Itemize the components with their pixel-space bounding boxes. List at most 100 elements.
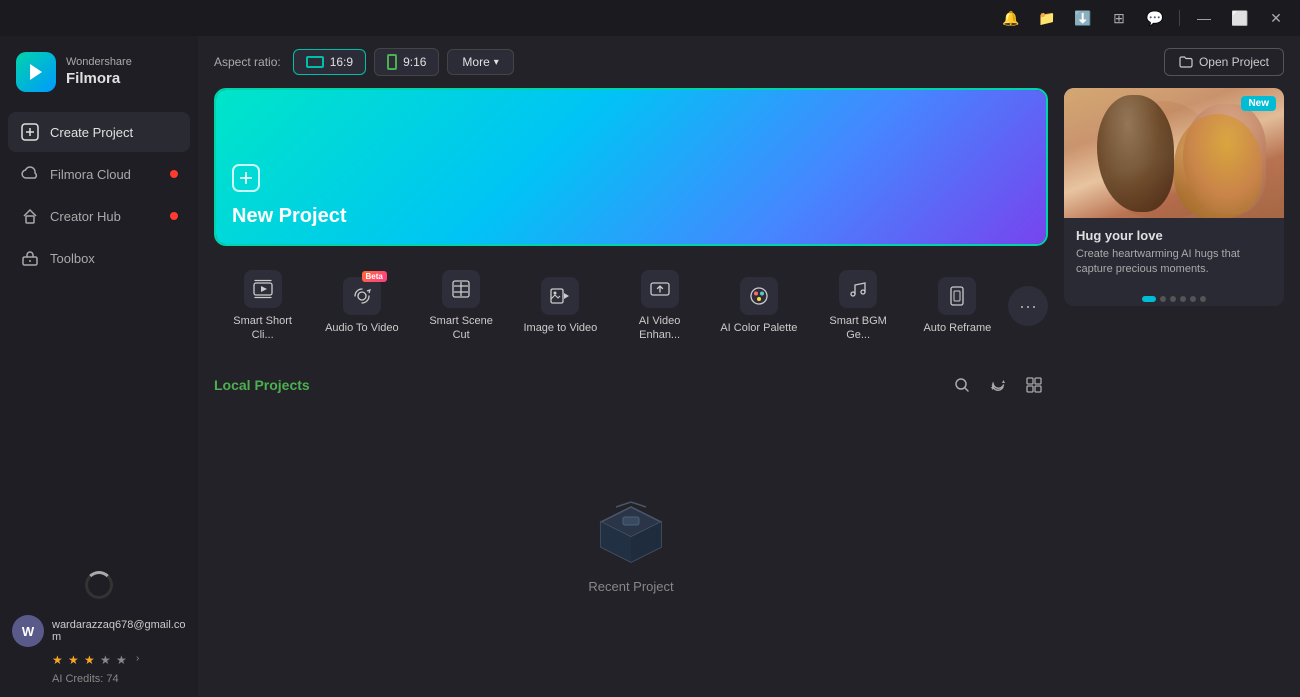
aspect-16-9-icon: [306, 56, 324, 68]
refresh-button[interactable]: [984, 371, 1012, 399]
ai-credits: AI Credits: 74: [12, 673, 186, 685]
dot-3[interactable]: [1170, 296, 1176, 302]
aspect-ratio-16-9-button[interactable]: 16:9: [293, 49, 366, 75]
titlebar-separator: [1179, 10, 1180, 26]
filmora-cloud-notification-dot: [170, 170, 178, 178]
dot-2[interactable]: [1160, 296, 1166, 302]
aspect-ratio-9-16-button[interactable]: 9:16: [374, 48, 439, 76]
topbar-right: Open Project: [1164, 48, 1284, 76]
main-content: Aspect ratio: 16:9 9:16 More ▾ Open Proj…: [198, 36, 1300, 697]
ai-tools-more-button[interactable]: ···: [1008, 286, 1048, 326]
sidebar: Wondershare Filmora Create Project: [0, 36, 198, 697]
dot-4[interactable]: [1180, 296, 1186, 302]
logo-brand: Wondershare: [66, 56, 132, 69]
sidebar-item-filmora-cloud[interactable]: Filmora Cloud: [8, 154, 190, 194]
logo-icon: [16, 52, 56, 92]
star-1: ★: [52, 653, 66, 667]
projects-icon[interactable]: 📁: [1031, 2, 1063, 34]
aspect-ratio-label: Aspect ratio:: [214, 55, 281, 69]
ai-tool-ai-video-enhance[interactable]: AI Video Enhan...: [611, 258, 708, 355]
sidebar-label-create-project: Create Project: [50, 125, 133, 140]
sidebar-nav: Create Project Filmora Cloud: [0, 112, 198, 278]
sidebar-logo: Wondershare Filmora: [0, 36, 198, 112]
ai-tool-smart-short-clip[interactable]: Smart Short Cli...: [214, 258, 311, 355]
ai-tools-row: Smart Short Cli... Beta Audio To V: [214, 258, 1048, 355]
ai-video-enhance-label: AI Video Enhan...: [619, 314, 700, 343]
more-label: More: [462, 55, 489, 69]
featured-dots: [1064, 288, 1284, 306]
featured-card[interactable]: New Hug your love Create heartwarming AI…: [1064, 88, 1284, 306]
star-2: ★: [68, 653, 82, 667]
dot-6[interactable]: [1200, 296, 1206, 302]
sidebar-label-toolbox: Toolbox: [50, 251, 95, 266]
smart-short-clip-icon: [244, 270, 282, 308]
ai-tool-ai-color-palette[interactable]: AI Color Palette: [710, 265, 807, 347]
app-body: Wondershare Filmora Create Project: [0, 36, 1300, 697]
sidebar-label-filmora-cloud: Filmora Cloud: [50, 167, 131, 182]
grid-view-button[interactable]: [1020, 371, 1048, 399]
titlebar-controls: 🔔 📁 ⬇️ ⊞ 💬 — ⬜ ✕: [995, 2, 1292, 34]
more-button[interactable]: More ▾: [447, 49, 513, 75]
sidebar-item-creator-hub[interactable]: Creator Hub: [8, 196, 190, 236]
featured-title: Hug your love: [1076, 228, 1272, 243]
image-to-video-icon: [541, 277, 579, 315]
chevron-down-icon: ▾: [494, 57, 499, 68]
search-button[interactable]: [948, 371, 976, 399]
filmora-cloud-icon: [20, 164, 40, 184]
ai-tool-image-to-video[interactable]: Image to Video: [512, 265, 609, 347]
open-project-label: Open Project: [1199, 55, 1269, 69]
maximize-button[interactable]: ⬜: [1224, 2, 1256, 34]
dot-5[interactable]: [1190, 296, 1196, 302]
empty-box-icon: [591, 497, 671, 567]
creator-hub-icon: [20, 206, 40, 226]
aspect-9-16-label: 9:16: [403, 55, 426, 69]
smart-scene-cut-icon: [442, 270, 480, 308]
create-project-icon: [20, 122, 40, 142]
sidebar-item-create-project[interactable]: Create Project: [8, 112, 190, 152]
open-project-button[interactable]: Open Project: [1164, 48, 1284, 76]
close-button[interactable]: ✕: [1260, 2, 1292, 34]
audio-to-video-label: Audio To Video: [325, 321, 399, 335]
user-info: W wardarazzaq678@gmail.com: [12, 615, 186, 647]
star-arrow[interactable]: ›: [136, 653, 150, 667]
left-panel: New Project Smart Sh: [214, 88, 1048, 681]
minimize-button[interactable]: —: [1188, 2, 1220, 34]
smart-bgm-generate-label: Smart BGM Ge...: [818, 314, 899, 343]
folder-icon: [1179, 55, 1193, 69]
avatar: W: [12, 615, 44, 647]
new-project-card[interactable]: New Project: [214, 88, 1048, 246]
auto-reframe-label: Auto Reframe: [923, 321, 991, 335]
sidebar-item-toolbox[interactable]: Toolbox: [8, 238, 190, 278]
local-projects-header: Local Projects: [214, 367, 1048, 399]
image-to-video-label: Image to Video: [523, 321, 597, 335]
star-3: ★: [84, 653, 98, 667]
empty-state: Recent Project: [214, 411, 1048, 681]
ai-tool-smart-bgm-generate[interactable]: Smart BGM Ge...: [810, 258, 907, 355]
ai-video-enhance-icon: [641, 270, 679, 308]
smart-scene-cut-label: Smart Scene Cut: [421, 314, 502, 343]
apps-icon[interactable]: ⊞: [1103, 2, 1135, 34]
community-icon[interactable]: 💬: [1139, 2, 1171, 34]
download-icon[interactable]: ⬇️: [1067, 2, 1099, 34]
star-4: ★: [100, 653, 114, 667]
beta-badge: Beta: [362, 271, 387, 282]
smart-short-clip-label: Smart Short Cli...: [222, 314, 303, 343]
creator-hub-notification-dot: [170, 212, 178, 220]
notification-icon[interactable]: 🔔: [995, 2, 1027, 34]
right-panel: New Hug your love Create heartwarming AI…: [1064, 88, 1284, 681]
user-email: wardarazzaq678@gmail.com: [52, 619, 186, 643]
star-5: ★: [116, 653, 130, 667]
dot-1[interactable]: [1142, 296, 1156, 302]
ai-tool-auto-reframe[interactable]: Auto Reframe: [909, 265, 1006, 347]
new-project-gradient: New Project: [216, 90, 1046, 244]
new-project-plus-icon: [232, 164, 1030, 199]
ai-tool-smart-scene-cut[interactable]: Smart Scene Cut: [413, 258, 510, 355]
ai-tool-audio-to-video[interactable]: Beta Audio To Video: [313, 265, 410, 347]
titlebar: 🔔 📁 ⬇️ ⊞ 💬 — ⬜ ✕: [0, 0, 1300, 36]
aspect-9-16-icon: [387, 54, 397, 70]
empty-state-text: Recent Project: [588, 579, 673, 594]
user-card: W wardarazzaq678@gmail.com ★ ★ ★ ★ ★ › A…: [12, 615, 186, 685]
ai-color-palette-icon: [740, 277, 778, 315]
sidebar-bottom: W wardarazzaq678@gmail.com ★ ★ ★ ★ ★ › A…: [0, 559, 198, 697]
featured-new-badge: New: [1241, 96, 1276, 111]
